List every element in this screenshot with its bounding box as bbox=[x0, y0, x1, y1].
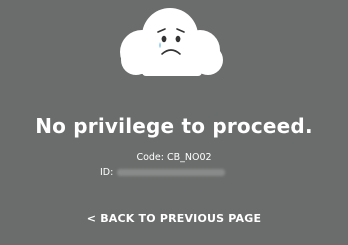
error-title: No privilege to proceed. bbox=[35, 114, 313, 138]
error-id-label: ID: bbox=[100, 167, 114, 178]
back-to-previous-page-link[interactable]: < BACK TO PREVIOUS PAGE bbox=[0, 212, 348, 225]
error-id-row: ID: bbox=[100, 167, 226, 178]
error-code: Code: CB_NO02 bbox=[136, 152, 212, 163]
sad-cloud-icon bbox=[112, 4, 232, 80]
error-id-value-redacted bbox=[117, 169, 226, 176]
